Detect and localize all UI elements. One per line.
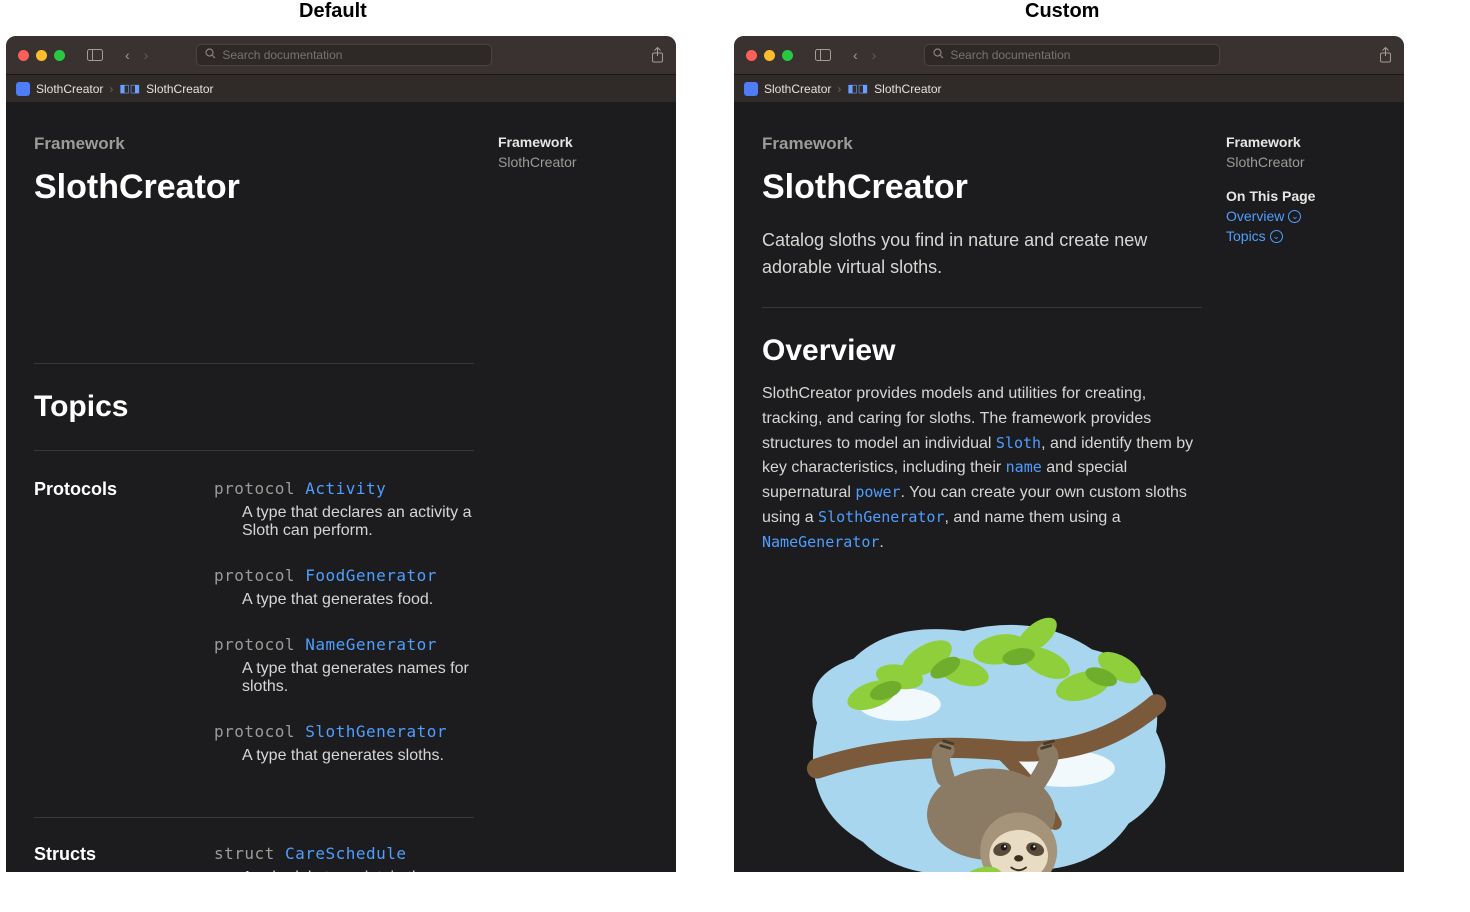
symbol-link[interactable]: NameGenerator [305,635,437,654]
topics-heading: Topics [34,390,474,424]
topic-group-label: Structs [34,844,184,872]
symbol-link[interactable]: power [855,483,900,501]
grid-icon: ◧◨ [847,82,868,95]
side-framework-label: Framework [1226,134,1376,150]
label-default: Default [299,0,367,23]
label-custom: Custom [1025,0,1099,23]
search-icon [205,48,216,62]
item-description: A type that generates food. [214,591,474,609]
sidebar-toggle-icon[interactable] [815,49,831,61]
symbol-link[interactable]: Activity [305,479,386,498]
share-icon[interactable] [651,47,664,63]
item-description: A type that generates sloths. [214,747,474,765]
separator [34,363,474,364]
side-framework-value: SlothCreator [1226,154,1376,170]
breadcrumb-leaf[interactable]: SlothCreator [874,82,941,96]
traffic-lights [18,50,65,61]
back-icon[interactable]: ‹ [125,47,130,63]
fullscreen-icon[interactable] [54,50,65,61]
back-icon[interactable]: ‹ [853,47,858,63]
window-custom: ‹ › SlothCreator › ◧◨ SlothCreator Frame… [734,36,1404,872]
separator [34,450,474,451]
overview-heading: Overview [762,334,1202,368]
side-framework-label: Framework [498,134,648,150]
eyebrow: Framework [762,134,1202,154]
page-title: SlothCreator [762,168,1202,207]
chevron-right-icon: › [109,82,113,96]
breadcrumb: SlothCreator › ◧◨ SlothCreator [734,74,1404,102]
item-description: A type that declares an activity a Sloth… [214,504,474,540]
search-input-box[interactable] [924,44,1220,66]
sidebar-toggle-icon[interactable] [87,49,103,61]
titlebar: ‹ › [734,36,1404,74]
symbol-link[interactable]: SlothGenerator [818,508,944,526]
close-icon[interactable] [746,50,757,61]
separator [762,307,1202,308]
app-icon [16,82,30,96]
search-input[interactable] [222,48,483,62]
symbol-link[interactable]: NameGenerator [762,533,879,551]
sloth-illustration [762,576,1202,872]
breadcrumb-root[interactable]: SlothCreator [764,82,831,96]
chevron-down-icon: ⌄ [1288,210,1301,223]
chevron-right-icon: › [837,82,841,96]
list-item: protocol FoodGenerator A type that gener… [214,566,474,609]
overview-text: SlothCreator provides models and utiliti… [762,382,1202,556]
forward-icon[interactable]: › [872,47,877,63]
list-item: protocol SlothGenerator A type that gene… [214,722,474,765]
traffic-lights [746,50,793,61]
abstract: Catalog sloths you find in nature and cr… [762,227,1202,281]
symbol-link[interactable]: SlothGenerator [305,722,447,741]
titlebar: ‹ › [6,36,676,74]
item-description: A type that generates names for sloths. [214,660,474,696]
forward-icon[interactable]: › [144,47,149,63]
search-input-box[interactable] [196,44,492,66]
fullscreen-icon[interactable] [782,50,793,61]
grid-icon: ◧◨ [119,82,140,95]
breadcrumb: SlothCreator › ◧◨ SlothCreator [6,74,676,102]
search-icon [933,48,944,62]
page-title: SlothCreator [34,168,474,207]
share-icon[interactable] [1379,47,1392,63]
window-default: ‹ › SlothCreator › ◧◨ SlothCreator Frame… [6,36,676,872]
side-framework-value: SlothCreator [498,154,648,170]
list-item: protocol Activity A type that declares a… [214,479,474,540]
item-description: A schedule to maintain the health and ha… [214,869,474,872]
minimize-icon[interactable] [36,50,47,61]
breadcrumb-leaf[interactable]: SlothCreator [146,82,213,96]
list-item: struct CareSchedule A schedule to mainta… [214,844,474,872]
close-icon[interactable] [18,50,29,61]
minimize-icon[interactable] [764,50,775,61]
search-input[interactable] [950,48,1211,62]
symbol-link[interactable]: Sloth [996,434,1041,452]
symbol-link[interactable]: name [1006,458,1042,476]
toc-link-topics[interactable]: Topics ⌄ [1226,228,1376,244]
list-item: protocol NameGenerator A type that gener… [214,635,474,696]
chevron-down-icon: ⌄ [1270,230,1283,243]
symbol-link[interactable]: FoodGenerator [305,566,437,585]
eyebrow: Framework [34,134,474,154]
breadcrumb-root[interactable]: SlothCreator [36,82,103,96]
on-this-page-label: On This Page [1226,188,1376,204]
topic-group-label: Protocols [34,479,184,791]
symbol-link[interactable]: CareSchedule [285,844,407,863]
app-icon [744,82,758,96]
toc-link-overview[interactable]: Overview ⌄ [1226,208,1376,224]
separator [34,817,474,818]
